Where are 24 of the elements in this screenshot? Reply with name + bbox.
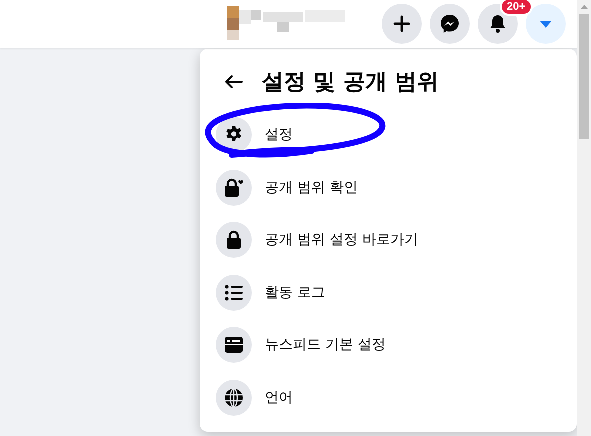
caret-icon <box>539 20 553 28</box>
menu-item[interactable]: 언어 <box>216 372 561 424</box>
menu-item[interactable]: 활동 로그 <box>216 266 561 319</box>
menu-title: 설정 및 공개 범위 <box>262 69 439 97</box>
messenger-icon <box>440 14 460 34</box>
notification-count: 20+ <box>500 0 533 16</box>
lock-icon <box>226 230 242 250</box>
lock-icon <box>223 178 245 198</box>
menu-item[interactable]: 공개 범위 확인 <box>216 162 561 214</box>
account-menu-button[interactable] <box>526 4 566 44</box>
news-feed-icon <box>224 336 244 354</box>
messenger-button[interactable] <box>430 4 470 44</box>
plus-icon <box>393 15 411 33</box>
scrollbar[interactable] <box>577 0 591 436</box>
scrollbar-thumb[interactable] <box>579 14 589 139</box>
menu-item[interactable]: 설정 <box>216 109 561 162</box>
create-button[interactable] <box>382 4 422 44</box>
menu-item[interactable]: 뉴스피드 기본 설정 <box>216 319 561 372</box>
menu-item[interactable]: 공개 범위 설정 바로가기 <box>216 214 561 266</box>
bell-icon <box>489 14 507 34</box>
back-arrow-icon <box>225 75 243 89</box>
list-icon <box>225 284 243 301</box>
globe-icon <box>224 388 244 408</box>
scroll-up-icon <box>580 5 588 9</box>
